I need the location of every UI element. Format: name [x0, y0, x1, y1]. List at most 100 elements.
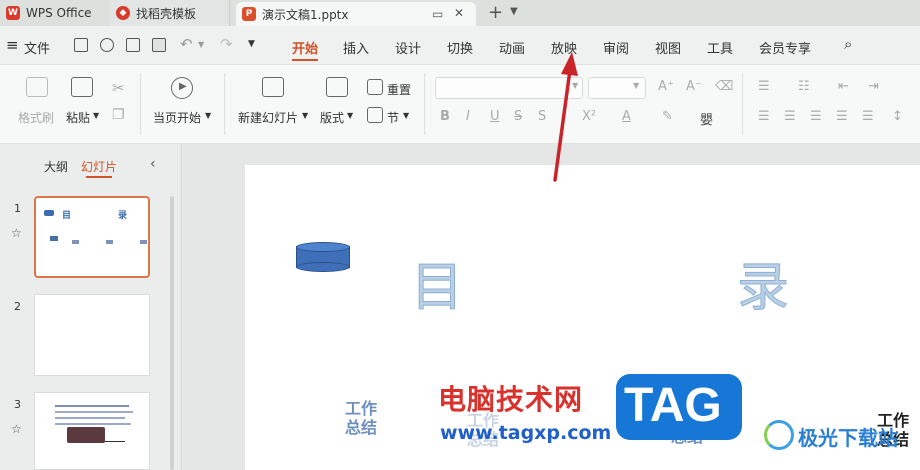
paste-dropdown-icon[interactable]: ▼ — [93, 111, 99, 120]
toc-item-1[interactable]: 工作 总结 — [345, 399, 377, 437]
new-slide-button[interactable]: 新建幻灯片 — [238, 109, 298, 126]
thumb-title-a: 目 — [62, 211, 72, 221]
tab-list-chevron-icon[interactable]: ▼ — [510, 6, 518, 17]
font-color-icon[interactable]: A — [622, 109, 631, 124]
cylinder-shape[interactable] — [296, 242, 350, 272]
layout-icon[interactable] — [326, 77, 348, 97]
panel-scrollbar[interactable] — [170, 196, 174, 470]
menu-tools[interactable]: 工具 — [707, 38, 733, 57]
highlight-icon[interactable]: ✎ — [662, 109, 673, 124]
animation-star-icon: ☆ — [11, 422, 22, 436]
font-name-combo[interactable] — [435, 77, 583, 99]
section-button[interactable]: 节 — [387, 109, 399, 126]
char-spacing-icon[interactable]: 嬰 — [700, 109, 713, 128]
bullet-list-icon[interactable]: ☰ — [758, 79, 770, 94]
reset-icon[interactable] — [367, 79, 383, 95]
clear-format-icon[interactable]: ⌫ — [715, 79, 733, 94]
font-size-dropdown-icon[interactable]: ▼ — [633, 81, 639, 90]
section-icon[interactable] — [367, 107, 383, 123]
slide-thumbnail-1[interactable]: 目 录 — [34, 196, 150, 278]
print-preview-icon[interactable] — [152, 38, 166, 52]
font-name-dropdown-icon[interactable]: ▼ — [572, 81, 578, 90]
watermark-site-name: 电脑技术网 — [438, 383, 584, 416]
menu-transitions[interactable]: 切换 — [447, 38, 473, 57]
slide-thumbnail-3[interactable] — [34, 392, 150, 470]
share-icon[interactable] — [100, 38, 114, 52]
search-icon[interactable]: ⌕ — [844, 35, 852, 53]
italic-icon[interactable]: I — [466, 109, 470, 124]
hamburger-icon[interactable]: ≡ — [6, 36, 19, 54]
increase-font-icon[interactable]: A⁺ — [658, 79, 674, 94]
tab-document[interactable]: P 演示文稿1.pptx ▭ ✕ — [236, 2, 476, 26]
layout-dropdown-icon[interactable]: ▼ — [347, 111, 353, 120]
more-chevron-icon[interactable]: ▼ — [248, 39, 255, 49]
menu-slideshow[interactable]: 放映 — [551, 38, 577, 57]
paste-button[interactable]: 粘贴 — [66, 109, 90, 126]
undo-icon[interactable]: ↶ — [180, 35, 193, 53]
bold-icon[interactable]: B — [440, 109, 450, 124]
tab-slides[interactable]: 幻灯片 — [81, 158, 117, 175]
slide-thumbnail-2[interactable] — [34, 294, 150, 376]
decrease-font-icon[interactable]: A⁻ — [686, 79, 702, 94]
format-painter-icon[interactable] — [26, 77, 48, 97]
collapse-panel-chevron-icon[interactable]: ‹ — [150, 156, 156, 172]
menu-animations[interactable]: 动画 — [499, 38, 525, 57]
menu-review[interactable]: 审阅 — [603, 38, 629, 57]
redo-icon[interactable]: ↷ — [220, 35, 233, 53]
align-center-icon[interactable]: ☰ — [784, 109, 796, 124]
new-slide-dropdown-icon[interactable]: ▼ — [302, 111, 308, 120]
menu-insert[interactable]: 插入 — [343, 38, 369, 57]
new-tab-button[interactable]: + — [488, 2, 503, 23]
cut-icon[interactable]: ✂ — [112, 79, 125, 97]
undo-dropdown-icon[interactable]: ▼ — [198, 40, 204, 49]
strikethrough-icon[interactable]: S — [514, 109, 522, 124]
watermark-url: www.tagxp.com — [440, 422, 612, 444]
thumb-dot — [106, 240, 113, 244]
menu-home[interactable]: 开始 — [292, 38, 318, 57]
superscript-icon[interactable]: X² — [582, 109, 596, 124]
tab-document-label: 演示文稿1.pptx — [262, 7, 349, 22]
slide-panel: 大纲 幻灯片 ‹ 1 ☆ 目 录 2 3 ☆ — [0, 144, 182, 470]
tab-bar: W WPS Office ◆ 找稻壳模板 P 演示文稿1.pptx ▭ ✕ + … — [0, 0, 920, 26]
format-painter-button[interactable]: 格式刷 — [18, 109, 54, 126]
thumb-title-b: 录 — [118, 211, 128, 221]
slide-title-char-1[interactable]: 目 — [410, 245, 463, 320]
menu-member[interactable]: 会员专享 — [759, 38, 811, 57]
section-dropdown-icon[interactable]: ▼ — [403, 111, 409, 120]
menu-file[interactable]: 文件 — [24, 38, 50, 57]
close-tab-icon[interactable]: ✕ — [454, 6, 464, 20]
menu-view[interactable]: 视图 — [655, 38, 681, 57]
print-icon[interactable] — [126, 38, 140, 52]
numbered-list-icon[interactable]: ☷ — [798, 79, 810, 94]
decrease-indent-icon[interactable]: ⇤ — [838, 79, 849, 94]
toc-item-1-line1: 工作 — [345, 399, 378, 418]
distribute-icon[interactable]: ☰ — [862, 109, 874, 124]
reset-button[interactable]: 重置 — [387, 81, 411, 98]
tab-wps-label: WPS Office — [26, 6, 92, 20]
start-from-current-button[interactable]: 当页开始 — [153, 109, 201, 126]
align-left-icon[interactable]: ☰ — [758, 109, 770, 124]
thumb-text-line — [55, 423, 131, 425]
copy-icon[interactable]: ❐ — [112, 107, 125, 123]
thumb-shape — [44, 210, 54, 216]
justify-icon[interactable]: ☰ — [836, 109, 848, 124]
tab-template-store[interactable]: ◆ 找稻壳模板 — [110, 0, 230, 26]
paste-icon[interactable] — [71, 77, 93, 97]
tab-wps-office[interactable]: W WPS Office — [0, 0, 106, 26]
start-from-current-dropdown-icon[interactable]: ▼ — [205, 111, 211, 120]
save-icon[interactable] — [74, 38, 88, 52]
new-slide-icon[interactable] — [262, 77, 284, 97]
slide-number: 1 — [14, 202, 21, 215]
tab-outline[interactable]: 大纲 — [44, 158, 68, 175]
ribbon-toolbar: 格式刷 粘贴 ▼ ✂ ❐ ▶ 当页开始 ▼ 新建幻灯片 ▼ 版式 ▼ 重置 节 … — [0, 64, 920, 144]
shadow-icon[interactable]: S — [538, 109, 546, 124]
menu-design[interactable]: 设计 — [395, 38, 421, 57]
increase-indent-icon[interactable]: ⇥ — [868, 79, 879, 94]
thumb-dot — [50, 236, 58, 241]
layout-button[interactable]: 版式 — [320, 109, 344, 126]
align-right-icon[interactable]: ☰ — [810, 109, 822, 124]
slide-title-char-2[interactable]: 录 — [736, 245, 789, 320]
underline-icon[interactable]: U — [490, 109, 500, 124]
line-spacing-icon[interactable]: ↕ — [892, 109, 903, 124]
window-mode-icon[interactable]: ▭ — [432, 7, 443, 21]
